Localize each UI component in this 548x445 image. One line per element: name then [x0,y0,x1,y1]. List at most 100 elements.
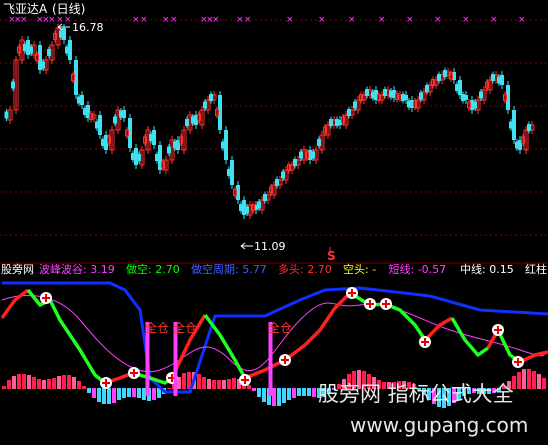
oscillator-segment [0,288,30,320]
histogram-bar [232,378,236,389]
histogram-bar [142,388,146,400]
oscillator-segment [26,288,107,385]
histogram-bar [42,380,46,389]
candle-body [209,94,213,101]
indicator-header: 股旁网 波峰波谷: 3.19 做空: 2.70 做空周期: 5.77 多头: 2.70 空… [1,262,548,276]
candle-body [479,91,483,99]
low-annotation: 11.09 [240,240,286,253]
top-marker: × [378,15,386,25]
candle-body [263,194,267,201]
candle-body [389,90,393,98]
top-marker: × [434,15,442,25]
candle-body [491,74,495,81]
candle-body [77,96,81,104]
histogram-bar [532,371,536,389]
candle-body [365,89,369,96]
histogram-bar [102,388,106,404]
buy-marker-icon [380,298,392,310]
candlesticks [4,24,535,219]
candle-body [275,179,279,186]
candle-body [155,154,159,161]
histogram-bar [522,369,526,389]
histogram-bar [262,388,266,402]
top-marker: × [462,15,470,25]
histogram-bar [302,388,306,396]
buy-marker-icon [40,292,52,304]
buy-marker-icon [492,324,504,336]
top-marker: × [170,15,178,25]
candle-body [437,74,441,81]
histogram-bar [207,379,211,389]
histogram-bar [247,385,251,389]
candle-body [407,100,411,108]
histogram-bar [122,388,126,398]
candle-body [473,101,477,109]
candle-body [245,206,249,214]
candle-body [23,44,27,51]
histogram-bar [97,388,101,402]
histogram-bar [52,378,56,389]
candle-body [425,85,429,92]
candle-body [203,101,207,109]
candle-body [173,141,177,149]
histogram-bar [202,377,206,389]
buy-marker-icon [364,298,376,310]
top-marker: × [318,15,326,25]
candle-body [443,70,447,77]
sell-s-mark: S [327,249,336,263]
candle-body [515,141,519,149]
top-marker: × [64,15,72,25]
histogram-bar [252,388,256,391]
histogram-bar [152,388,156,400]
histogram-bar [117,388,121,400]
candle-body [119,110,123,118]
candle-body [527,124,531,131]
histogram-bar [527,369,531,389]
blue-cycle-line [2,281,548,394]
top-marker: × [56,15,64,25]
buy-marker-icon [419,336,431,348]
candle-body [383,89,387,96]
candle-body [455,84,459,91]
full-position-label: 全仓 [268,320,292,335]
candle-body [131,153,135,160]
candle-body [371,91,375,99]
candle-body [461,94,465,101]
candle-body [47,49,51,56]
candle-body [281,171,285,179]
candle-body [509,121,513,129]
histogram-bar [517,372,521,389]
histogram-bar [107,388,111,404]
indicator-item: 做空周期: 5.77 [191,262,267,276]
buy-marker-icon [279,354,291,366]
top-marker: × [244,15,252,25]
histogram-bar [167,388,171,389]
histogram-bar [22,374,26,389]
candle-body [191,116,195,124]
histogram-bar [277,388,281,406]
candle-body [113,116,117,124]
indicator-item: 短线: -0.57 [389,262,447,276]
histogram-bar [542,378,546,389]
histogram-bar [307,388,311,396]
candle-body [311,151,315,159]
histogram-bar [537,374,541,389]
histogram-bar [82,386,86,389]
candle-body [317,139,321,146]
candle-body [167,146,171,154]
histogram-bar [217,380,221,389]
histogram-bar [312,388,316,397]
candle-body [329,119,333,126]
candle-body [299,151,303,159]
candle-body [353,101,357,109]
candle-body [137,154,141,161]
top-marker: × [236,15,244,25]
chart-canvas[interactable]: 飞亚达A (日线) ××× ××× × × × × × × ××× × × × × × × × × × × × 16.… [0,0,548,445]
top-marker: × [140,15,148,25]
top-marker: × [20,15,28,25]
high-price: 16.78 [72,21,104,34]
histogram-bar [2,386,6,389]
histogram-bar [182,373,186,389]
stock-title: 飞亚达A [3,2,48,16]
candle-body [11,81,15,89]
